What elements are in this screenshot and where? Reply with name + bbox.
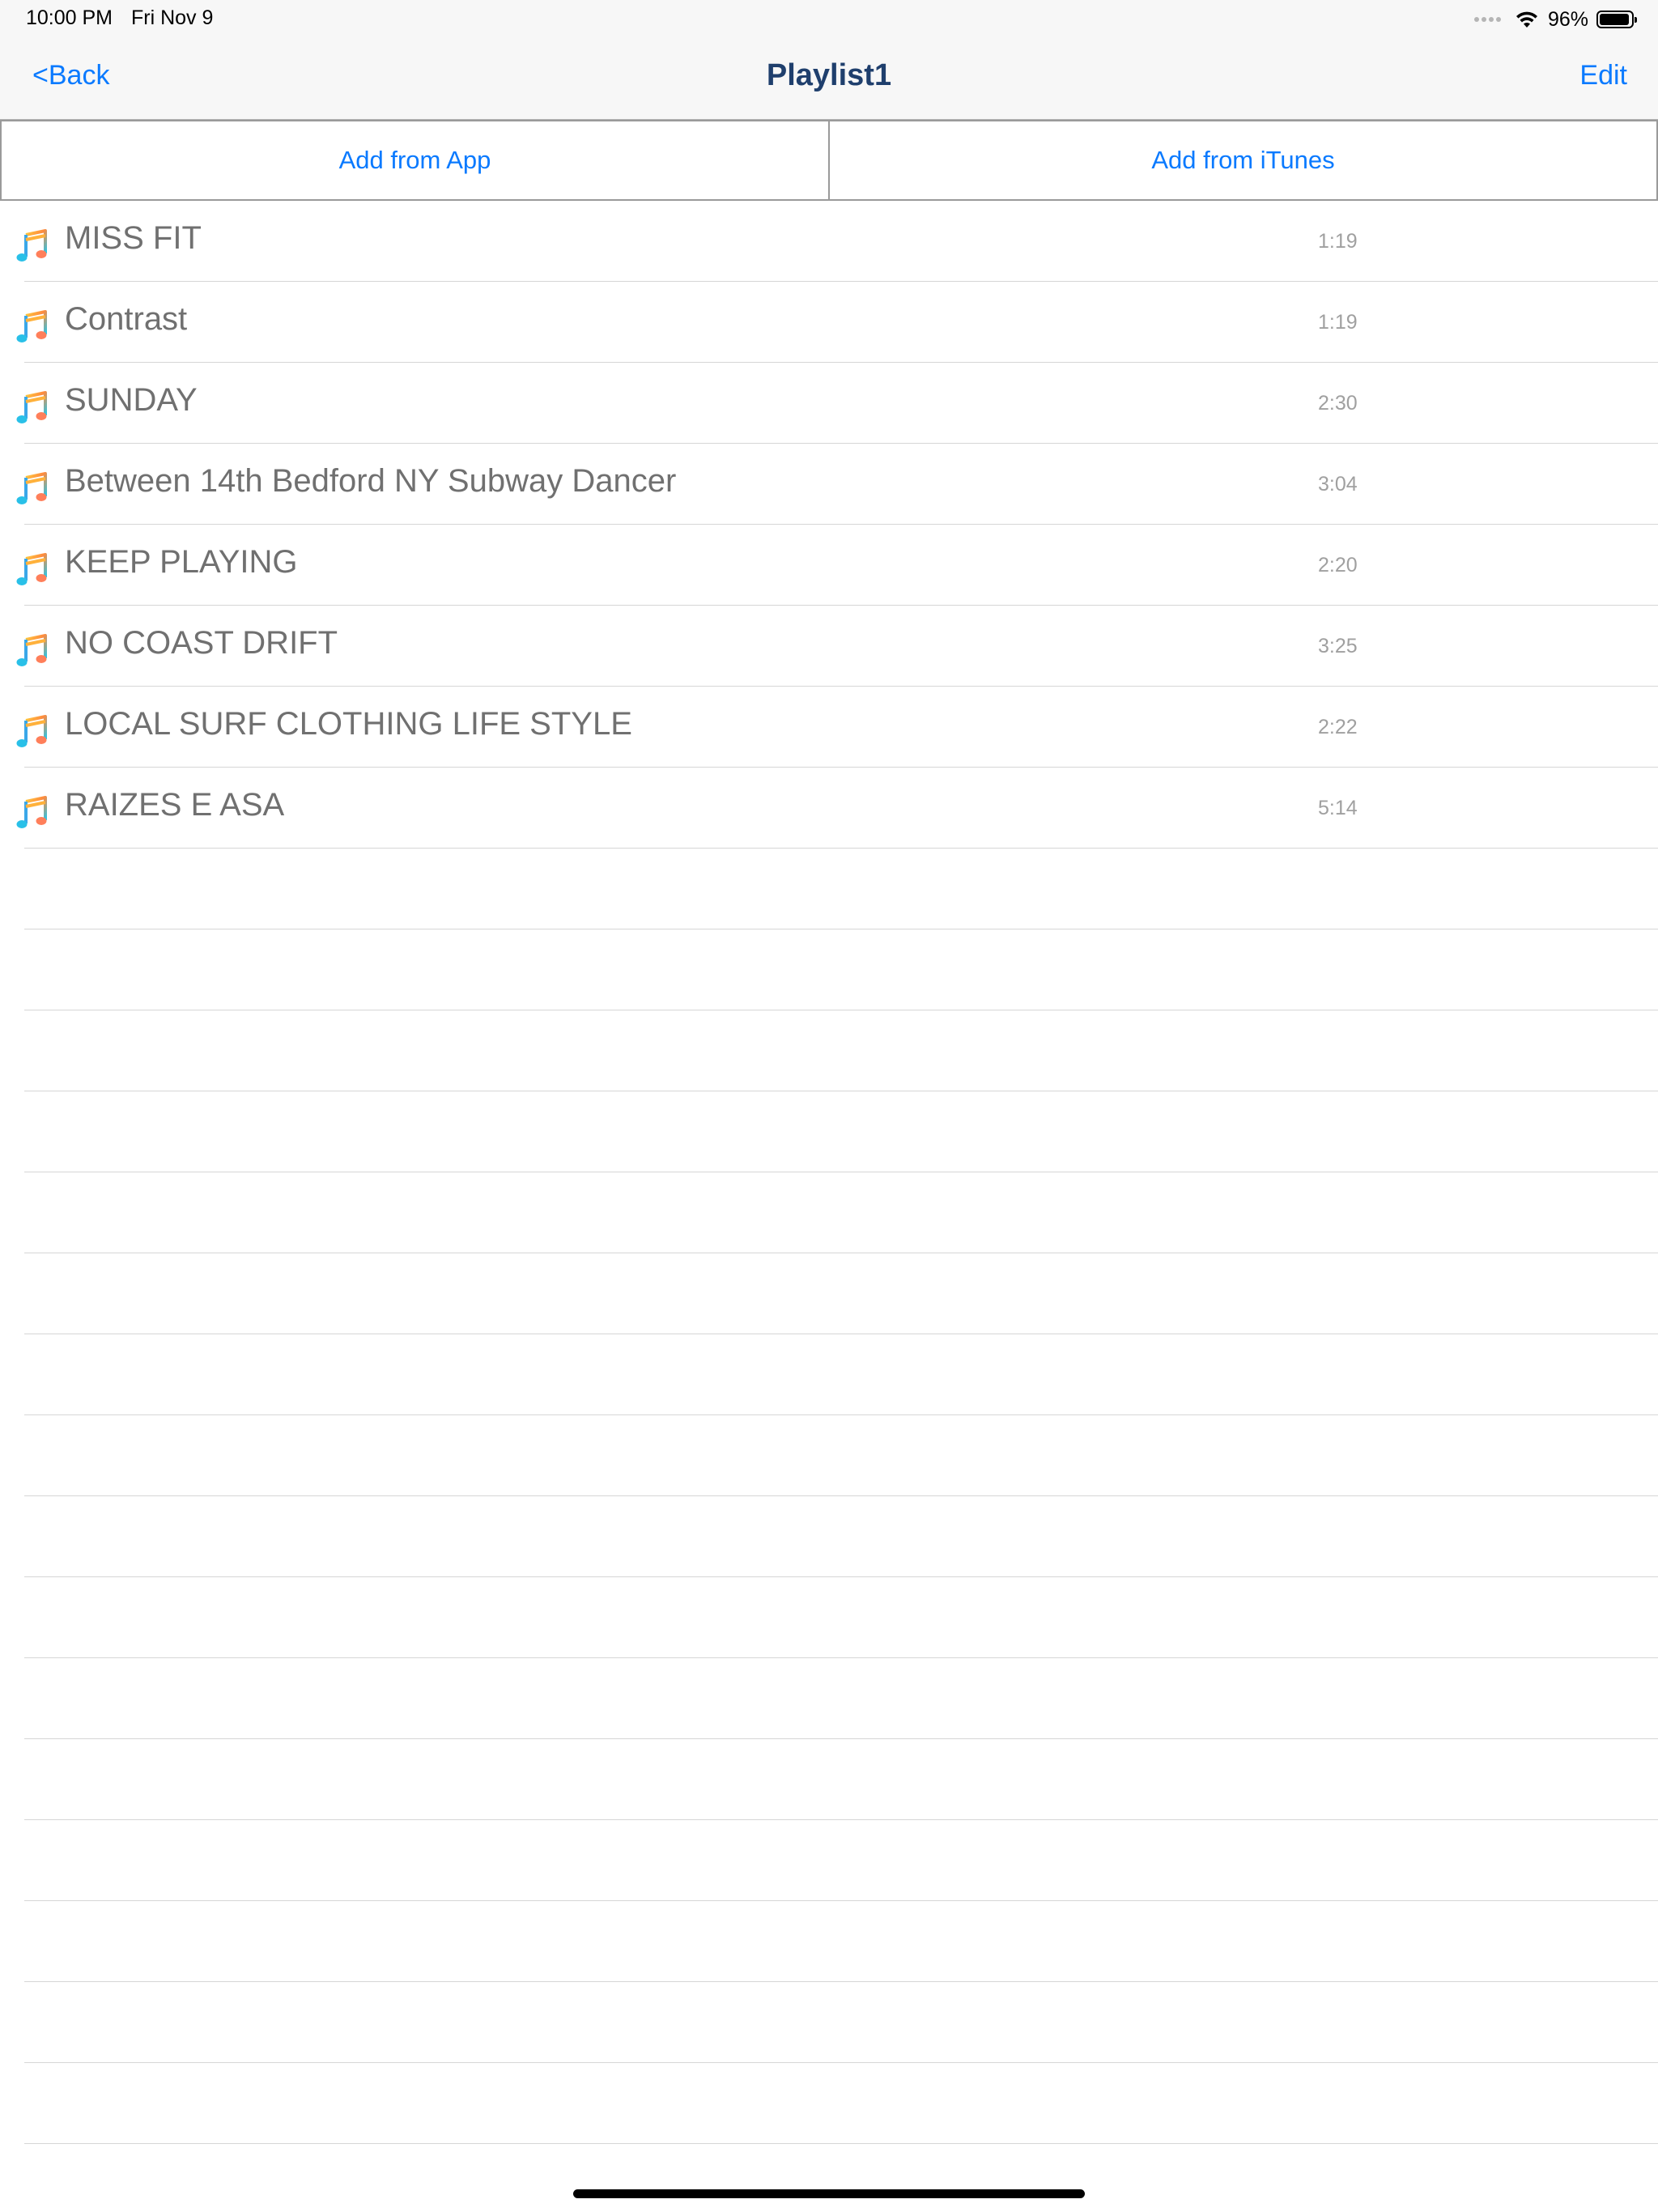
music-note-icon <box>15 793 52 831</box>
battery-percentage: 96% <box>1547 7 1588 31</box>
status-time: 10:00 PM <box>26 6 113 29</box>
empty-row <box>0 1820 1658 1901</box>
empty-row <box>0 1496 1658 1577</box>
track-title: MISS FIT <box>65 220 202 256</box>
track-duration: 2:22 <box>1318 716 1358 738</box>
empty-row <box>0 1739 1658 1820</box>
track-row[interactable]: Between 14th Bedford NY Subway Dancer 3:… <box>0 444 1658 525</box>
track-row[interactable]: SUNDAY 2:30 <box>0 363 1658 444</box>
track-row[interactable]: KEEP PLAYING 2:20 <box>0 525 1658 606</box>
edit-button[interactable]: Edit <box>1579 60 1627 91</box>
track-title: RAIZES E ASA <box>65 787 285 823</box>
battery-level <box>1600 14 1630 25</box>
track-title: Between 14th Bedford NY Subway Dancer <box>65 463 677 499</box>
empty-row <box>0 1253 1658 1334</box>
track-duration: 2:30 <box>1318 392 1358 415</box>
empty-row <box>0 1334 1658 1415</box>
add-from-itunes-button[interactable]: Add from iTunes <box>830 120 1658 201</box>
music-note-icon <box>15 389 52 426</box>
empty-row <box>0 1901 1658 1982</box>
track-row[interactable]: RAIZES E ASA 5:14 <box>0 768 1658 849</box>
track-title: NO COAST DRIFT <box>65 625 338 661</box>
music-note-icon <box>15 308 52 345</box>
signal-icon <box>1473 17 1501 22</box>
empty-row <box>0 1415 1658 1496</box>
track-row[interactable]: NO COAST DRIFT 3:25 <box>0 606 1658 687</box>
empty-row <box>0 1010 1658 1091</box>
track-row[interactable]: MISS FIT 1:19 <box>0 201 1658 282</box>
music-note-icon <box>15 632 52 669</box>
battery-icon <box>1596 11 1637 28</box>
music-note-icon <box>15 713 52 750</box>
track-row[interactable]: LOCAL SURF CLOTHING LIFE STYLE 2:22 <box>0 687 1658 768</box>
page-title: Playlist1 <box>766 58 892 92</box>
track-duration: 3:04 <box>1318 473 1358 496</box>
status-bar: 10:00 PM Fri Nov 9 96% <box>0 0 1658 39</box>
track-title: LOCAL SURF CLOTHING LIFE STYLE <box>65 706 632 742</box>
music-note-icon <box>15 470 52 507</box>
track-title: KEEP PLAYING <box>65 544 298 580</box>
empty-row <box>0 1658 1658 1739</box>
track-duration: 2:20 <box>1318 554 1358 576</box>
empty-row <box>0 929 1658 1010</box>
track-title: SUNDAY <box>65 382 198 418</box>
track-duration: 1:19 <box>1318 311 1358 334</box>
add-from-app-button[interactable]: Add from App <box>0 120 830 201</box>
empty-row <box>0 849 1658 929</box>
empty-row <box>0 1091 1658 1172</box>
track-title: Contrast <box>65 301 188 337</box>
track-list: MISS FIT 1:19 Contrast 1:19 SUNDAY 2:30 <box>0 201 1658 849</box>
status-indicators: 96% <box>1473 6 1637 32</box>
music-note-icon <box>15 227 52 264</box>
track-duration: 5:14 <box>1318 797 1358 819</box>
add-actions: Add from App Add from iTunes <box>0 120 1658 201</box>
empty-row <box>0 2063 1658 2144</box>
empty-list-area <box>0 849 1658 2144</box>
navigation-bar: <Back Playlist1 Edit <box>0 39 1658 120</box>
track-duration: 1:19 <box>1318 230 1358 253</box>
status-date: Fri Nov 9 <box>131 6 214 29</box>
track-duration: 3:25 <box>1318 635 1358 657</box>
empty-row <box>0 1982 1658 2063</box>
empty-row <box>0 1577 1658 1658</box>
wifi-icon <box>1516 11 1537 28</box>
empty-row <box>0 1172 1658 1253</box>
music-note-icon <box>15 551 52 588</box>
home-indicator[interactable] <box>573 2189 1085 2198</box>
track-row[interactable]: Contrast 1:19 <box>0 282 1658 363</box>
